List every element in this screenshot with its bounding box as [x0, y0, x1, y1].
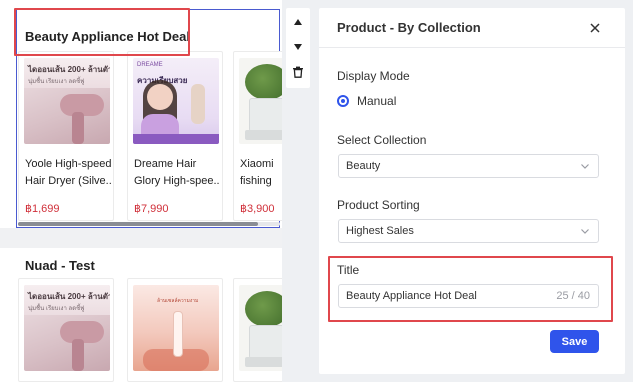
section-title: Nuad - Test [25, 258, 95, 273]
product-name: Yoole High-speed Hair Dryer (Silve... [25, 158, 111, 187]
trash-icon [293, 66, 303, 78]
radio-label: Manual [357, 94, 397, 108]
product-card[interactable]: Xiaomi fishing ฿3,900 [233, 51, 282, 221]
radio-button[interactable] [337, 95, 349, 107]
delete-section-button[interactable] [286, 60, 310, 84]
product-name: Xiaomi fishing [240, 158, 274, 187]
product-sorting-dropdown[interactable]: Highest Sales [338, 219, 599, 243]
hair-dryer-image: ไดออนเส้น 200+ ล้านตัว นุ่มชื้น เรียบเงา… [24, 58, 110, 144]
product-name: Dreame Hair Glory High-spee... [134, 158, 220, 187]
collection-section-nuad[interactable]: Nuad - Test ไดออนเส้น 200+ ล้านตัว นุ่มช… [0, 248, 282, 382]
annotation-highlight-section-title [14, 8, 190, 56]
annotation-highlight-title-field [328, 256, 613, 322]
product-price: ฿1,699 [25, 203, 60, 215]
hair-styler-image: ล้านเซลล์ความงาม [133, 285, 219, 371]
chevron-down-icon [581, 164, 589, 169]
product-card[interactable]: DREAME ความเรียบสวย Dreame Hair Glory Hi… [127, 51, 223, 221]
product-card[interactable] [233, 278, 282, 382]
product-price: ฿7,990 [134, 203, 169, 215]
selected-value: Highest Sales [346, 225, 414, 237]
panel-title: Product - By Collection [337, 20, 481, 35]
panel-header: Product - By Collection [319, 8, 625, 48]
plant-planter-image [239, 58, 282, 144]
carousel-scrollbar[interactable] [18, 222, 258, 226]
save-button[interactable]: Save [550, 330, 599, 353]
select-collection-label: Select Collection [337, 133, 427, 147]
product-card[interactable]: ไดออนเส้น 200+ ล้านตัว นุ่มชื้น เรียบเงา… [18, 51, 114, 221]
product-card[interactable]: ล้านเซลล์ความงาม [127, 278, 223, 382]
select-collection-dropdown[interactable]: Beauty [338, 154, 599, 178]
chevron-down-icon [581, 229, 589, 234]
triangle-up-icon [294, 19, 302, 25]
product-price: ฿3,900 [240, 203, 275, 215]
triangle-down-icon [294, 44, 302, 50]
hair-dryer-image: ไดออนเส้น 200+ ล้านตัว นุ่มชื้น เรียบเงา… [24, 285, 110, 371]
display-mode-label: Display Mode [337, 69, 410, 83]
product-sorting-label: Product Sorting [337, 198, 420, 212]
plant-planter-image [239, 285, 282, 371]
display-mode-radio-manual[interactable]: Manual [337, 93, 396, 109]
section-divider [0, 228, 282, 248]
move-up-button[interactable] [286, 10, 310, 34]
page-builder-canvas: Beauty Appliance Hot Deal ไดออนเส้น 200+… [0, 0, 282, 382]
product-card[interactable]: ไดออนเส้น 200+ ล้านตัว นุ่มชื้น เรียบเงา… [18, 278, 114, 382]
section-toolbar [286, 8, 310, 88]
model-hair-dryer-image: DREAME ความเรียบสวย [133, 58, 219, 144]
selected-value: Beauty [346, 160, 381, 172]
move-down-button[interactable] [286, 35, 310, 59]
close-icon [590, 23, 600, 33]
close-button[interactable] [583, 16, 607, 40]
